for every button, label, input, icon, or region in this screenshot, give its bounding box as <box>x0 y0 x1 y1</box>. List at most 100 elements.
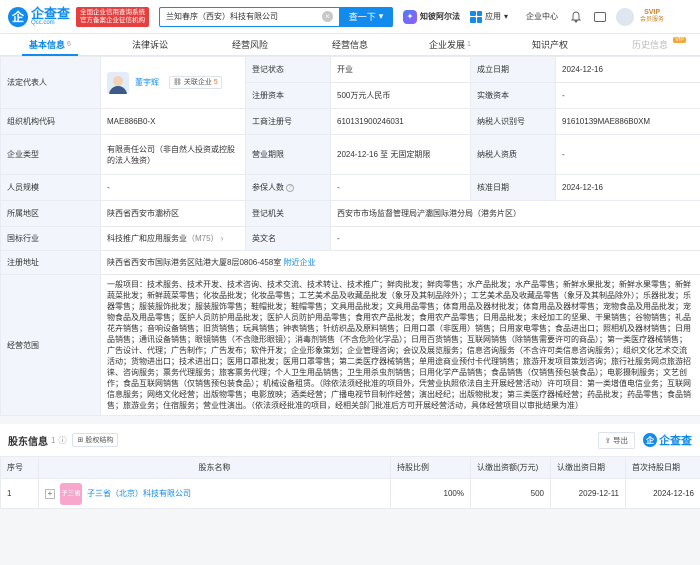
brand-name: 企查查 <box>659 435 692 447</box>
approve-label: 核准日期 <box>470 174 556 201</box>
tab-operation[interactable]: 经营信息 <box>300 34 400 55</box>
org-code-label: 组织机构代码 <box>0 108 101 135</box>
tab-ip[interactable]: 知识产权 <box>500 34 600 55</box>
scope-label: 经营范围 <box>0 274 101 416</box>
search-input[interactable]: 兰知春序（西安）科技有限公司 × <box>159 6 340 27</box>
taxpayer-q-label: 纳税人资质 <box>470 134 556 175</box>
ai-assistant-button[interactable]: ✦ 知彼阿尔法 <box>403 9 461 24</box>
apps-button[interactable]: 应用 ▾ <box>470 10 508 23</box>
tab-label: 经营信息 <box>331 40 368 50</box>
reg-capital-label: 注册资本 <box>245 82 331 109</box>
tab-basic-info[interactable]: 基本信息 6 <box>0 34 100 56</box>
staff-label: 人员规模 <box>0 174 101 201</box>
tab-count: 6 <box>67 41 71 48</box>
logo-mark-icon: 企 <box>643 433 657 447</box>
approve-date: 2024-12-16 <box>555 174 700 201</box>
term-label: 营业期限 <box>245 134 331 175</box>
credit-tag-line1: 全国企业信用查询系统 <box>80 8 146 16</box>
en-name-label: 英文名 <box>245 226 331 251</box>
industry: 科技推广和应用服务业 <box>107 234 187 243</box>
bell-icon[interactable] <box>570 10 582 23</box>
legal-rep-label: 法定代表人 <box>0 56 101 109</box>
industry-label: 国标行业 <box>0 226 101 251</box>
tab-label: 基本信息 <box>29 40 66 50</box>
message-icon[interactable] <box>594 11 607 22</box>
authority-label: 登记机关 <box>245 200 331 227</box>
col-ratio: 持股比例 <box>390 456 471 479</box>
assoc-label: 关联企业 <box>183 79 212 86</box>
tab-development[interactable]: 企业发展 1 <box>400 34 500 55</box>
tab-label: 历史信息 <box>631 40 668 50</box>
biz-reg-label: 工商注册号 <box>245 108 331 135</box>
est-date: 2024-12-16 <box>555 56 700 83</box>
paid-capital: - <box>555 82 700 109</box>
business-term: 2024-12-16 至 无固定期限 <box>330 134 471 175</box>
type-label: 企业类型 <box>0 134 101 175</box>
insured-label: 参保人数? <box>245 174 331 201</box>
industry-cell: 科技推广和应用服务业（M75） › <box>100 226 246 251</box>
reg-capital: 500万元人民币 <box>330 82 471 109</box>
search-bar: 兰知春序（西安）科技有限公司 × 查一下 ▾ <box>159 6 394 27</box>
search-button[interactable]: 查一下 ▾ <box>339 6 394 27</box>
reg-status: 开业 <box>330 56 471 83</box>
chevron-right-icon[interactable]: › <box>219 234 224 243</box>
help-icon[interactable]: ? <box>286 183 294 192</box>
equity-structure-button[interactable]: ⊞ 股权结构 <box>72 433 119 447</box>
amount: 500 <box>470 478 551 509</box>
assoc-count: 5 <box>213 79 218 86</box>
top-header: 企 企查查 Qcc.com 全国企业信用查询系统 官方备案企业征信机构 兰知春序… <box>0 0 700 34</box>
tab-label: 法律诉讼 <box>131 40 168 50</box>
company-type: 有限责任公司（非自然人投资或控股的法人独资） <box>100 134 246 175</box>
tab-label: 经营风险 <box>231 40 268 50</box>
assoc-companies-badge[interactable]: ⛓ 关联企业 5 <box>169 76 222 89</box>
tab-risk[interactable]: 经营风险 <box>200 34 300 55</box>
reg-status-label: 登记状态 <box>245 56 331 83</box>
equity-structure-label: 股权结构 <box>85 437 114 444</box>
enterprise-center-link[interactable]: 企业中心 <box>526 11 558 22</box>
expand-icon[interactable]: + <box>45 488 55 499</box>
shareholder-name[interactable]: 子三省（北京）科技有限公司 <box>87 488 191 499</box>
shareholder-table: 序号 股东名称 持股比例 认缴出资额(万元) 认缴出资日期 首次持股日期 1 +… <box>0 456 700 509</box>
search-value: 兰知春序（西安）科技有限公司 <box>166 12 279 21</box>
taxpayer-id: 91610139MAE886B0XM <box>555 108 700 135</box>
shareholder-header: 股东信息 1 ⓘ ⊞ 股权结构 ⇪ 导出 企企查查 <box>0 424 700 456</box>
tab-legal[interactable]: 法律诉讼 <box>100 34 200 55</box>
logo-name: 企查查 <box>31 5 71 21</box>
registered-address: 陕西省西安市国际港务区陆港大厦8层0806-458室 <box>107 258 282 267</box>
logo-mark-icon: 企 <box>8 6 28 27</box>
taxpayer-id-label: 纳税人识别号 <box>470 108 556 135</box>
export-icon: ⇪ <box>604 435 611 445</box>
logo-domain: Qcc.com <box>31 19 55 26</box>
insured-label-text: 参保人数 <box>252 183 284 192</box>
credit-tag: 全国企业信用查询系统 官方备案企业征信机构 <box>76 6 150 27</box>
ai-label: 知彼阿尔法 <box>420 12 461 21</box>
export-label: 导出 <box>613 435 628 445</box>
info-icon[interactable]: ⓘ <box>58 435 66 446</box>
export-button[interactable]: ⇪ 导出 <box>597 431 635 449</box>
tab-label: 企业发展 <box>429 40 466 50</box>
user-avatar[interactable] <box>616 7 635 26</box>
biz-reg: 610131900246031 <box>330 108 471 135</box>
shareholder-count: 1 <box>51 435 56 445</box>
tab-history[interactable]: 历史信息 VIP <box>600 34 700 55</box>
sub-date: 2029-12-11 <box>550 478 626 509</box>
col-date: 认缴出资日期 <box>550 456 626 479</box>
insured-count: - <box>330 174 471 201</box>
table-row: 1 + 子三省 子三省（北京）科技有限公司 100% 500 2029-12-1… <box>0 478 700 509</box>
legal-rep-name[interactable]: 董宇辉 <box>135 77 159 88</box>
col-amount: 认缴出资额(万元) <box>470 456 551 479</box>
credit-tag-line2: 官方备案企业征信机构 <box>80 16 146 24</box>
industry-code: （M75） <box>187 234 219 243</box>
basic-info-table: 法定代表人 董宇辉 ⛓ 关联企业 5 登记状态 开业 成立日期 2024-12-16… <box>0 56 700 416</box>
row-index: 1 <box>0 478 39 509</box>
shareholder-name-cell: + 子三省 子三省（北京）科技有限公司 <box>38 478 391 509</box>
col-name: 股东名称 <box>38 456 391 479</box>
tab-count: 1 <box>467 41 471 48</box>
site-logo[interactable]: 企 企查查 Qcc.com <box>8 5 71 27</box>
ratio: 100% <box>390 478 471 509</box>
vip-badge[interactable]: SVIP 会员服务 <box>640 9 664 24</box>
clear-icon[interactable]: × <box>322 11 334 22</box>
nearby-companies-link[interactable]: 附近企业 <box>284 258 316 267</box>
col-first: 首次持股日期 <box>625 456 700 479</box>
first-date: 2024-12-16 <box>625 478 700 509</box>
